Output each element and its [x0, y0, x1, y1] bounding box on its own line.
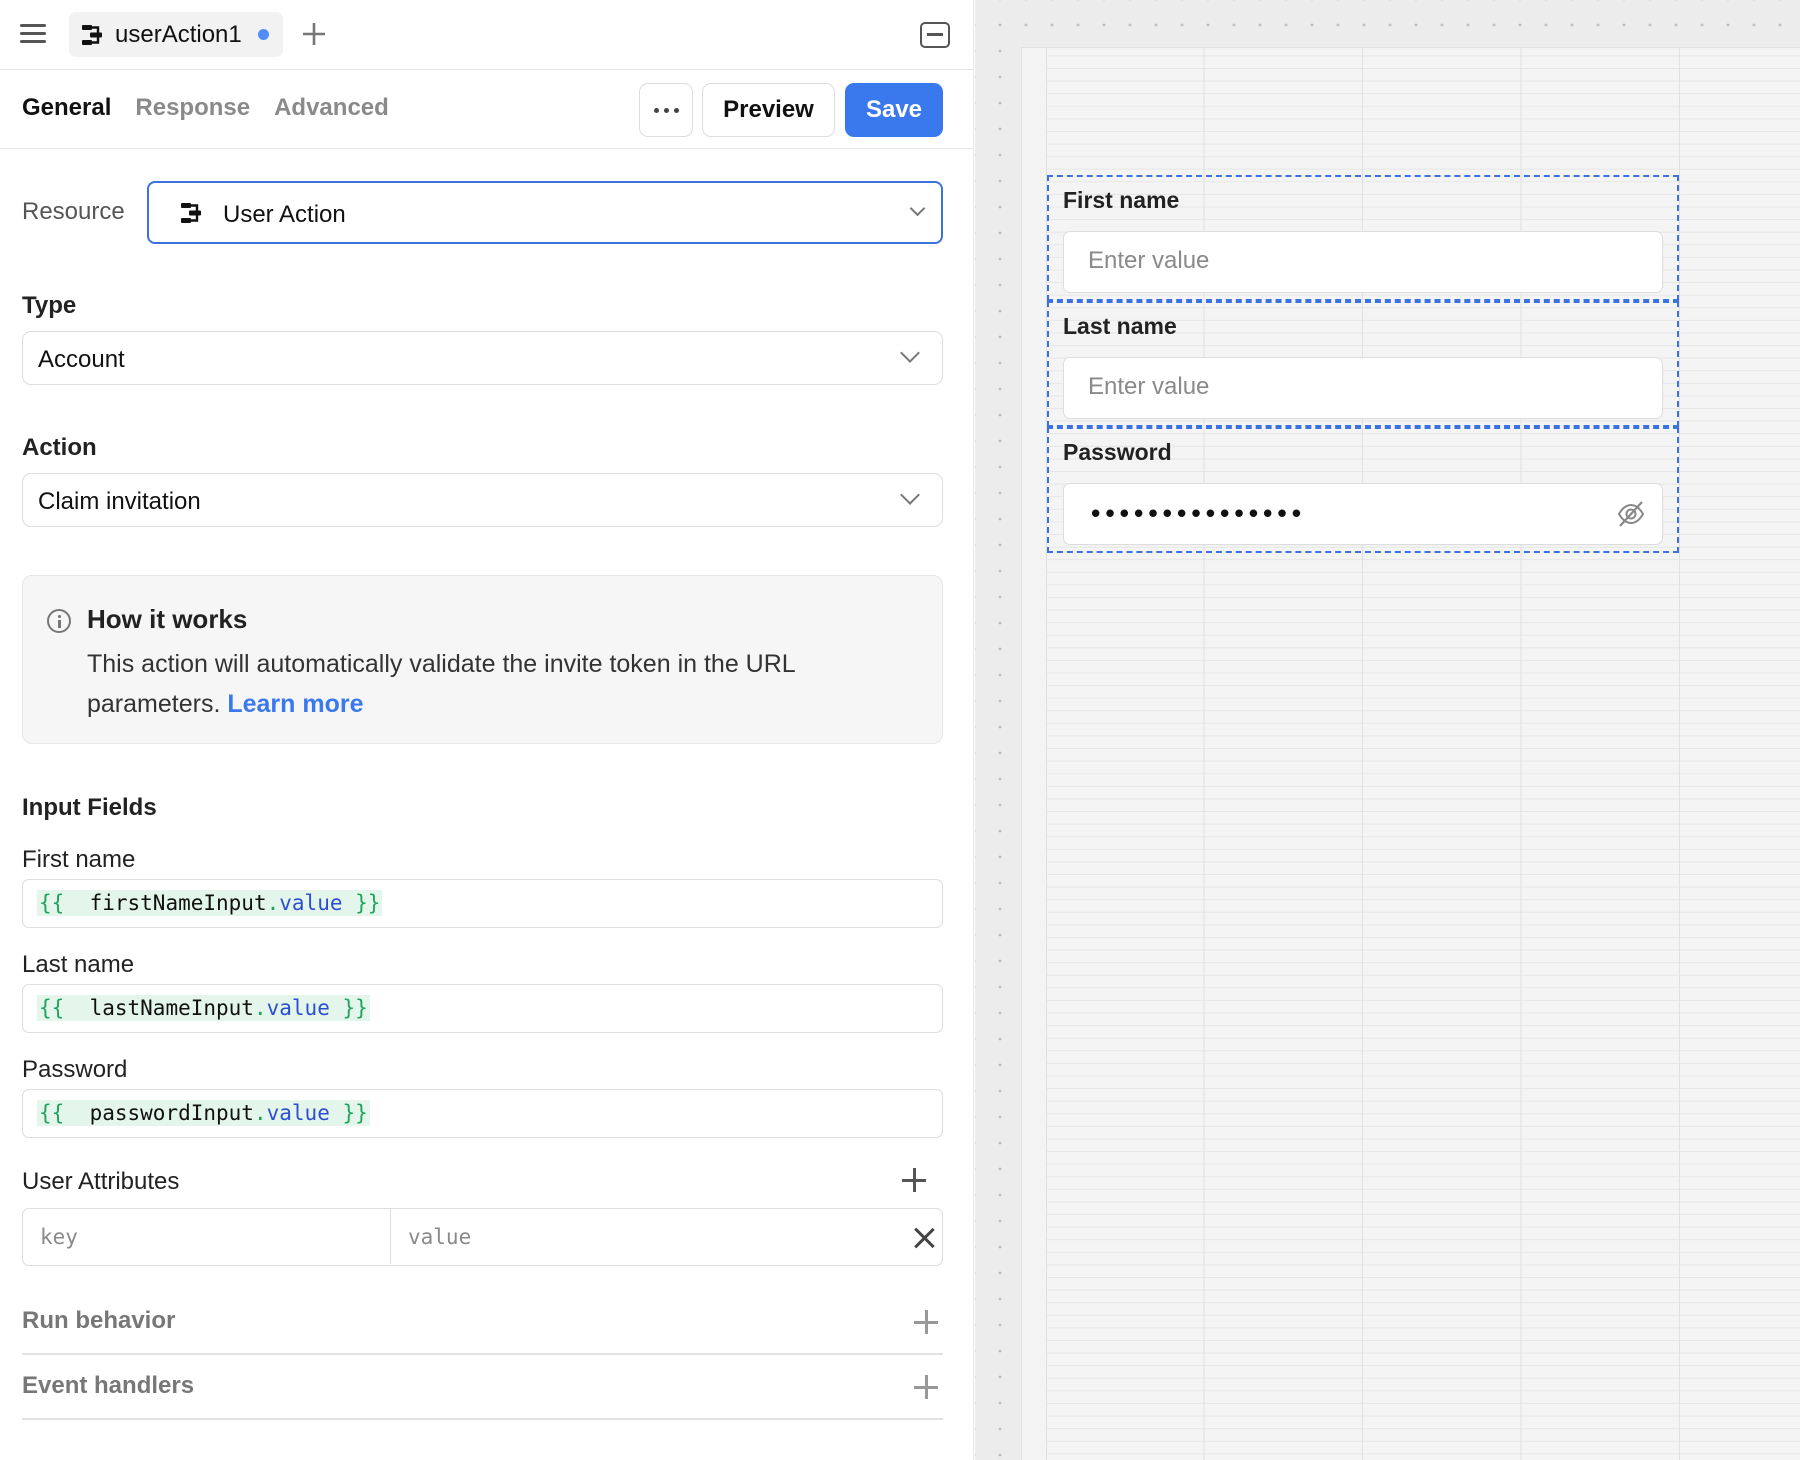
editor-tabs: General Response Advanced [22, 94, 389, 122]
tab-advanced[interactable]: Advanced [274, 94, 389, 122]
template-expression: {{ firstNameInput.value }} [37, 890, 383, 916]
save-button[interactable]: Save [845, 83, 943, 137]
more-options-button[interactable] [639, 83, 693, 137]
text-input-box [1063, 231, 1663, 293]
component-label: Password [1063, 439, 1172, 465]
collapse-panel-icon[interactable] [920, 22, 950, 48]
last-name-code-input[interactable]: {{ lastNameInput.value }} [22, 984, 943, 1033]
attribute-row [22, 1208, 943, 1266]
first-name-component[interactable]: First name [1047, 175, 1679, 301]
password-input[interactable]: ••••••••••••••• [1063, 483, 1663, 545]
type-value: Account [38, 346, 125, 373]
chevron-down-icon [900, 343, 920, 363]
tab-general[interactable]: General [22, 94, 111, 122]
action-value: Claim invitation [38, 488, 201, 515]
query-editor-panel: userAction1 General Response Advanced Pr… [0, 0, 974, 1460]
how-it-works-callout: How it works This action will automatica… [22, 575, 943, 744]
add-attribute-icon[interactable] [902, 1168, 926, 1192]
callout-title: How it works [87, 604, 248, 634]
dot: . [253, 1101, 267, 1125]
open-braces: {{ [39, 1101, 65, 1125]
password-code-input[interactable]: {{ passwordInput.value }} [22, 1089, 943, 1138]
action-select[interactable]: Claim invitation [22, 473, 943, 527]
query-tab-label: userAction1 [115, 20, 242, 48]
run-behavior-section[interactable]: Run behavior [22, 1307, 175, 1335]
callout-text: This action will automatically validate … [87, 644, 907, 724]
last-name-component[interactable]: Last name [1047, 301, 1679, 427]
resource-value: User Action [223, 201, 346, 228]
menu-icon[interactable] [20, 22, 46, 44]
attribute-value-input[interactable] [391, 1209, 891, 1264]
template-expression: {{ passwordInput.value }} [37, 1100, 370, 1126]
eye-off-icon[interactable] [1616, 499, 1646, 529]
tab-response[interactable]: Response [135, 94, 250, 122]
property: value [266, 996, 330, 1020]
masked-password: ••••••••••••••• [1088, 500, 1304, 530]
action-label: Action [22, 434, 97, 461]
property: value [266, 1101, 330, 1125]
user-action-icon [181, 203, 201, 223]
type-label: Type [22, 292, 77, 319]
close-braces: }} [342, 1101, 368, 1125]
query-tab-useraction1[interactable]: userAction1 [69, 12, 283, 57]
identifier: firstNameInput [89, 891, 267, 915]
expand-event-handlers-icon[interactable] [914, 1375, 938, 1399]
info-icon [47, 609, 71, 633]
open-braces: {{ [39, 891, 65, 915]
attribute-key-input[interactable] [23, 1209, 389, 1264]
first-name-input[interactable] [1064, 232, 1584, 290]
query-tabs-bar: userAction1 [0, 0, 974, 70]
attribute-key-cell [23, 1209, 391, 1264]
user-attributes-label: User Attributes [22, 1168, 180, 1195]
resource-select[interactable]: User Action [147, 181, 943, 244]
remove-attribute-icon[interactable] [913, 1227, 935, 1249]
close-braces: }} [355, 891, 381, 915]
event-handlers-section[interactable]: Event handlers [22, 1372, 194, 1400]
preview-button[interactable]: Preview [702, 83, 835, 137]
input-fields-heading: Input Fields [22, 794, 157, 821]
field-label-last-name: Last name [22, 951, 135, 978]
password-component[interactable]: Password ••••••••••••••• [1047, 427, 1679, 553]
component-label: Last name [1063, 313, 1177, 339]
add-tab-icon[interactable] [300, 20, 328, 48]
user-action-icon [82, 24, 102, 45]
query-toolbar: General Response Advanced Preview Save [0, 70, 974, 149]
component-label: First name [1063, 187, 1180, 213]
property: value [279, 891, 343, 915]
field-label-password: Password [22, 1056, 128, 1083]
expand-run-behavior-icon[interactable] [914, 1310, 938, 1334]
field-label-first-name: First name [22, 846, 136, 873]
last-name-input[interactable] [1064, 358, 1584, 416]
unsaved-dot [257, 29, 269, 40]
attribute-value-cell [391, 1209, 891, 1264]
chevron-down-icon [909, 200, 926, 217]
learn-more-link[interactable]: Learn more [227, 690, 363, 718]
open-braces: {{ [39, 996, 65, 1020]
resource-label: Resource [22, 198, 125, 225]
close-braces: }} [342, 996, 368, 1020]
identifier: passwordInput [89, 1101, 254, 1125]
text-input-box [1063, 357, 1663, 419]
identifier: lastNameInput [89, 996, 254, 1020]
chevron-down-icon [900, 485, 920, 505]
dot: . [253, 996, 267, 1020]
dot: . [266, 891, 280, 915]
template-expression: {{ lastNameInput.value }} [37, 995, 370, 1021]
callout-body: This action will automatically validate … [87, 650, 795, 718]
type-select[interactable]: Account [22, 331, 943, 385]
divider [22, 1353, 943, 1355]
divider [22, 1418, 943, 1420]
first-name-code-input[interactable]: {{ firstNameInput.value }} [22, 879, 943, 928]
